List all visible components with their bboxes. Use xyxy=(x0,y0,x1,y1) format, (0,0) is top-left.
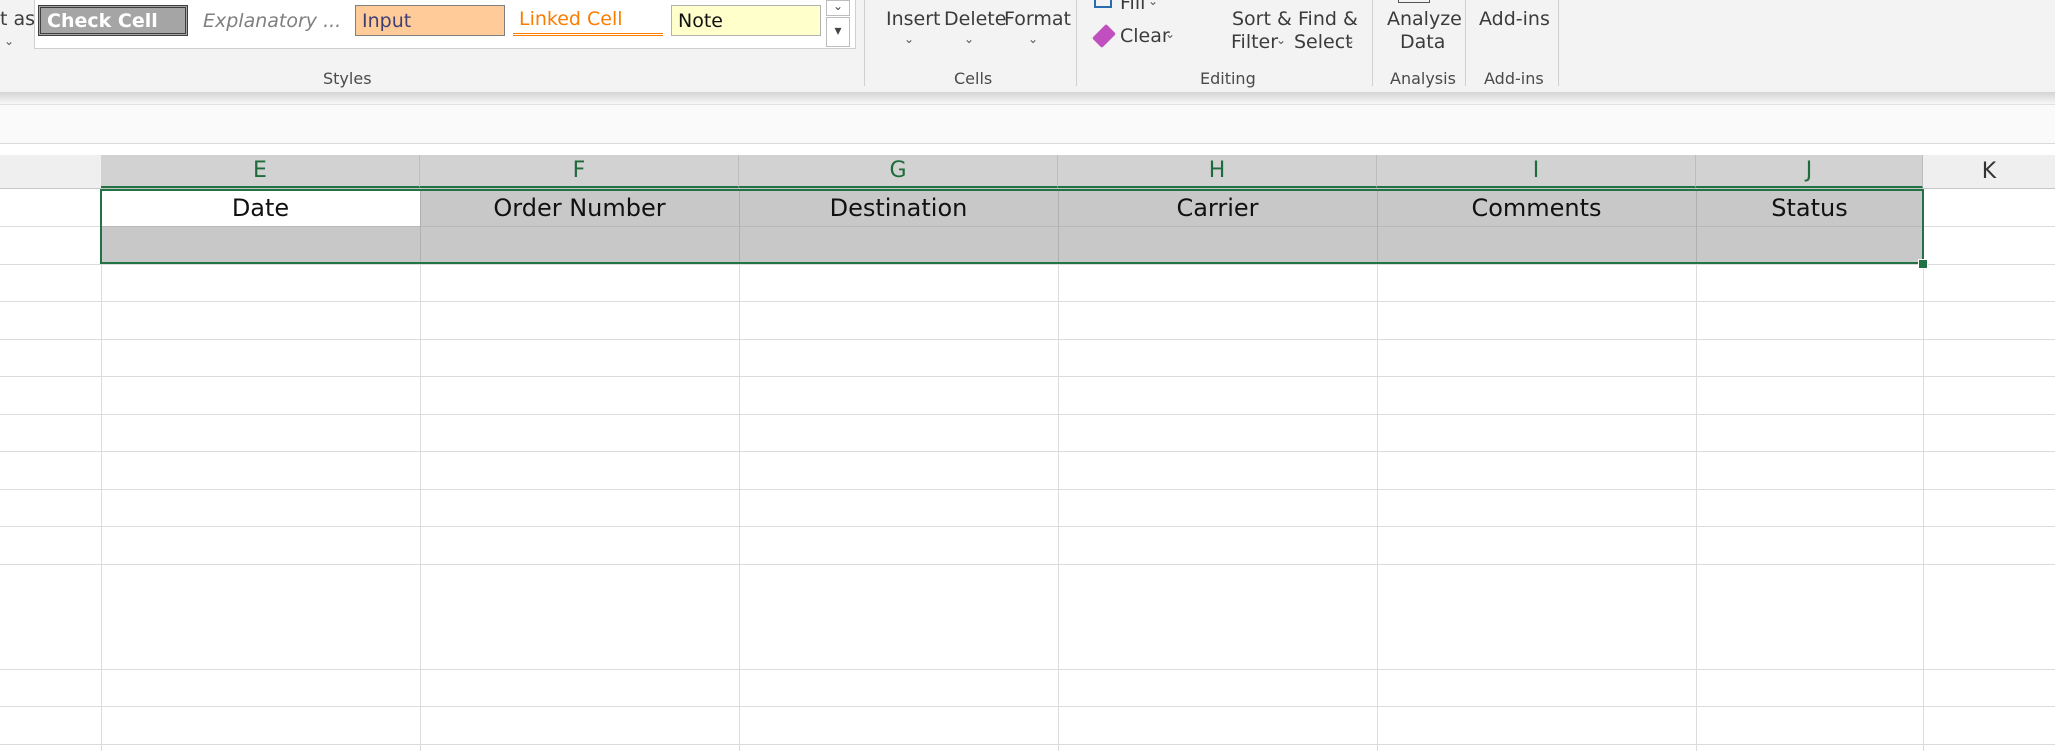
find-select-button[interactable]: Find & xyxy=(1298,8,1358,30)
gridline xyxy=(0,669,2055,670)
gridline xyxy=(0,489,2055,490)
add-ins-button[interactable]: Add-ins xyxy=(1479,8,1550,30)
chevron-down-icon[interactable]: ⌄ xyxy=(1345,33,1355,47)
gridline xyxy=(101,188,102,751)
style-linked-cell[interactable]: Linked Cell xyxy=(513,5,663,36)
group-separator xyxy=(1465,0,1466,86)
styles-group-label: Styles xyxy=(323,69,372,88)
analyze-data-button-line2[interactable]: Data xyxy=(1400,31,1445,53)
group-separator xyxy=(864,0,865,86)
column-header-e[interactable]: E xyxy=(101,155,420,188)
eraser-icon[interactable] xyxy=(1091,23,1117,49)
cells-group-label: Cells xyxy=(954,69,993,88)
gridline xyxy=(0,706,2055,707)
insert-button[interactable]: Insert xyxy=(886,8,941,30)
gridline xyxy=(1696,188,1697,751)
ribbon-shadow xyxy=(0,92,2055,104)
analysis-group-label: Analysis xyxy=(1390,69,1456,88)
gridline xyxy=(0,526,2055,527)
gridline xyxy=(0,414,2055,415)
gridline xyxy=(0,451,2055,452)
analyze-data-icon[interactable] xyxy=(1398,0,1430,3)
fill-down-icon[interactable] xyxy=(1094,0,1112,8)
column-header-h[interactable]: H xyxy=(1058,155,1377,188)
column-header-k[interactable]: K xyxy=(1923,155,2055,188)
column-header-j[interactable]: J xyxy=(1696,155,1923,188)
sort-filter-button[interactable]: Sort & xyxy=(1232,8,1292,30)
editing-group-label: Editing xyxy=(1200,69,1256,88)
analyze-data-button[interactable]: Analyze xyxy=(1387,8,1462,30)
gallery-scroll-down-icon[interactable]: ⌄ xyxy=(826,0,850,16)
chevron-down-icon[interactable]: ⌄ xyxy=(1165,27,1175,41)
format-as-table-label[interactable]: t as xyxy=(0,8,35,30)
fill-button[interactable]: Fill xyxy=(1120,0,1145,14)
gridline xyxy=(1377,188,1378,751)
add-ins-group-label: Add-ins xyxy=(1484,69,1544,88)
style-input[interactable]: Input xyxy=(355,5,505,36)
gridline xyxy=(420,188,421,751)
gridline xyxy=(0,744,2055,745)
gridline xyxy=(0,264,2055,265)
style-note[interactable]: Note xyxy=(671,5,821,36)
style-check-cell[interactable]: Check Cell xyxy=(38,5,188,36)
chevron-down-icon[interactable]: ⌄ xyxy=(964,32,974,46)
gridline xyxy=(1923,188,1924,751)
formula-bar[interactable] xyxy=(0,104,2055,144)
chevron-down-icon[interactable]: ⌄ xyxy=(1276,33,1286,47)
format-button[interactable]: Format xyxy=(1004,8,1071,30)
column-header-f[interactable]: F xyxy=(420,155,739,188)
group-separator xyxy=(1076,0,1077,86)
chevron-down-icon[interactable]: ⌄ xyxy=(4,34,14,48)
delete-button[interactable]: Delete xyxy=(944,8,1006,30)
chevron-down-icon[interactable]: ⌄ xyxy=(1028,32,1038,46)
gridline xyxy=(0,301,2055,302)
find-select-button-line2[interactable]: Select xyxy=(1294,31,1353,53)
fill-handle[interactable] xyxy=(1918,259,1928,269)
gridline xyxy=(0,376,2055,377)
gallery-more-icon[interactable]: ▾ xyxy=(826,17,850,47)
group-separator xyxy=(1558,0,1559,86)
gridline xyxy=(0,339,2055,340)
gridline xyxy=(739,188,740,751)
column-header-i[interactable]: I xyxy=(1377,155,1696,188)
group-separator xyxy=(1372,0,1373,86)
selection-border xyxy=(100,189,1924,264)
clear-button[interactable]: Clear xyxy=(1120,25,1170,47)
style-explanatory[interactable]: Explanatory ... xyxy=(197,5,347,36)
sort-filter-button-line2[interactable]: Filter xyxy=(1231,31,1278,53)
gridline xyxy=(0,564,2055,565)
chevron-down-icon[interactable]: ⌄ xyxy=(904,32,914,46)
ribbon: t as ⌄ Check Cell Explanatory ... Input … xyxy=(0,0,2055,92)
column-header-g[interactable]: G xyxy=(739,155,1058,188)
chevron-down-icon[interactable]: ⌄ xyxy=(1148,0,1158,8)
gridline xyxy=(1058,188,1059,751)
